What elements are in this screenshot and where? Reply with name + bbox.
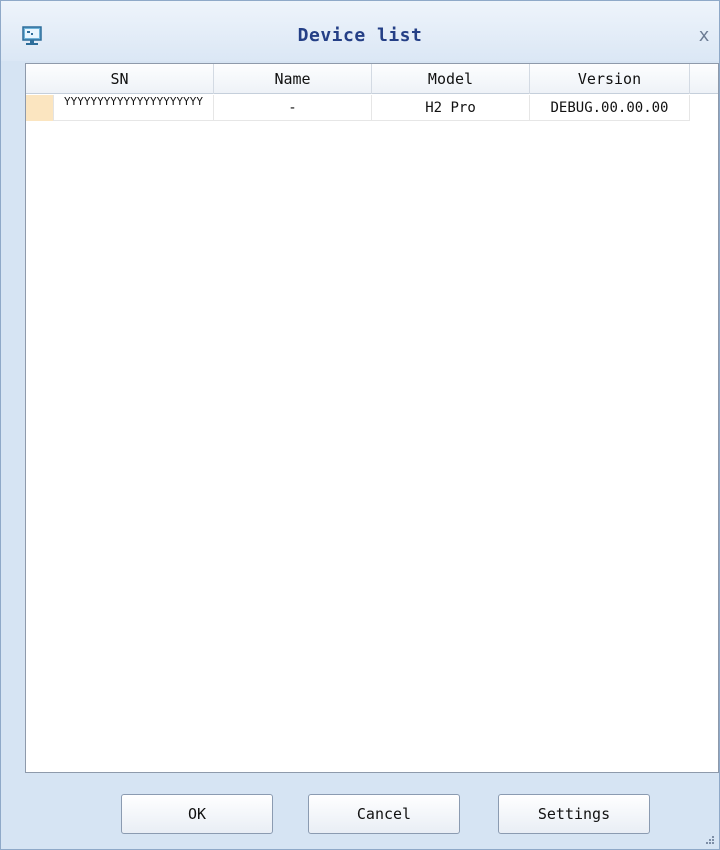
settings-button[interactable]: Settings: [498, 794, 650, 834]
table-row[interactable]: YYYYYYYYYYYYYYYYYYYYY - H2 Pro DEBUG.00.…: [26, 95, 718, 121]
cell-model: H2 Pro: [372, 95, 530, 121]
title-bar[interactable]: Device list x: [1, 1, 719, 61]
table-header: SN Name Model Version: [26, 64, 718, 94]
cell-sn: YYYYYYYYYYYYYYYYYYYYY: [54, 95, 214, 121]
device-table[interactable]: SN Name Model Version YYYYYYYYYYYYYYYYYY…: [25, 63, 719, 773]
close-button[interactable]: x: [693, 25, 715, 47]
column-header-model[interactable]: Model: [372, 64, 530, 94]
cell-version: DEBUG.00.00.00: [530, 95, 690, 121]
dialog-title: Device list: [297, 25, 423, 46]
column-header-name[interactable]: Name: [214, 64, 372, 94]
row-selector[interactable]: [26, 95, 54, 121]
column-header-version[interactable]: Version: [530, 64, 690, 94]
cancel-button[interactable]: Cancel: [308, 794, 460, 834]
device-list-dialog: Device list x SN Name Model Version YYYY…: [0, 0, 720, 850]
resize-grip-icon[interactable]: [703, 833, 715, 845]
ok-button[interactable]: OK: [121, 794, 273, 834]
cell-name: -: [214, 95, 372, 121]
column-header-sn[interactable]: SN: [26, 64, 214, 94]
